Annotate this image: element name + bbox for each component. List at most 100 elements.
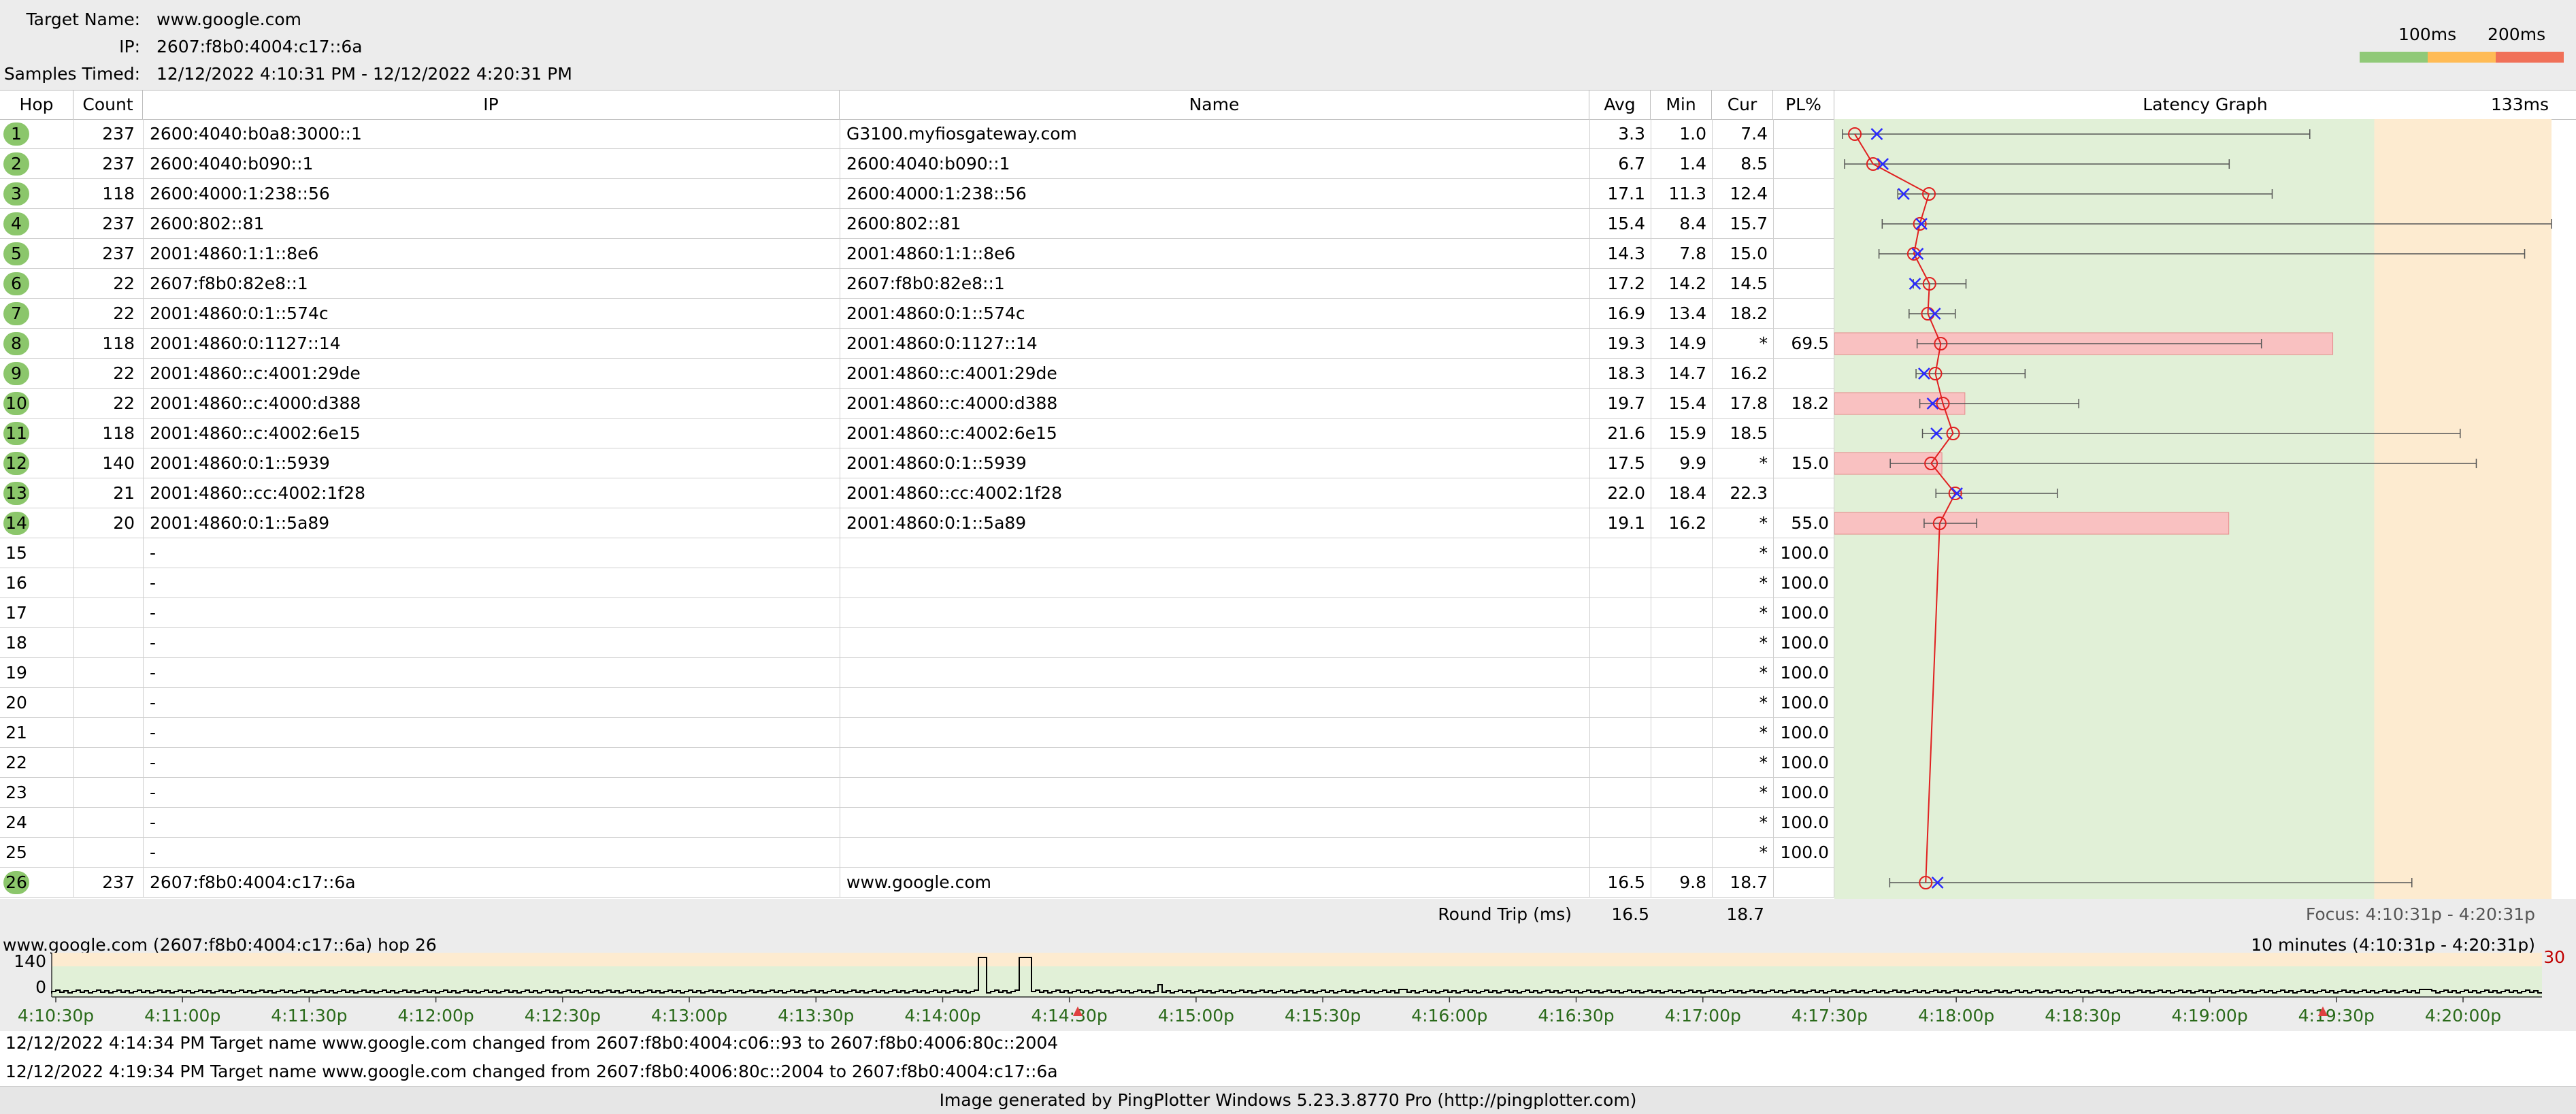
hop-name: 2001:4860:0:1::5939 (846, 453, 1027, 473)
table-row[interactable]: 15 - * 100.0 (0, 538, 1834, 568)
hop-number: 7 (3, 302, 29, 325)
col-cur[interactable]: Cur (1712, 91, 1773, 119)
column-divider (143, 568, 144, 598)
column-divider (1712, 389, 1713, 419)
table-row[interactable]: 4 237 2600:802::81 2600:802::81 15.4 8.4 15.7 (0, 209, 1834, 239)
column-divider (1773, 658, 1774, 688)
hop-cur: * (1759, 663, 1768, 683)
column-divider (1589, 359, 1590, 389)
table-row[interactable]: 23 - * 100.0 (0, 778, 1834, 808)
column-divider (1773, 598, 1774, 628)
hop-count: 118 (102, 184, 135, 203)
table-row[interactable]: 6 22 2607:f8b0:82e8::1 2607:f8b0:82e8::1 17.… (0, 269, 1834, 299)
table-row[interactable]: 20 - * 100.0 (0, 688, 1834, 718)
table-row[interactable]: 19 - * 100.0 (0, 658, 1834, 688)
hop-ip: 2001:4860:0:1::5a89 (150, 513, 330, 533)
hop-number: 2 (3, 152, 29, 176)
col-latency-graph[interactable]: Latency Graph 133ms (1834, 91, 2576, 119)
hop-name (846, 808, 1581, 838)
column-divider (1773, 718, 1774, 748)
hop-count: 237 (102, 154, 135, 174)
table-row[interactable]: 14 20 2001:4860:0:1::5a89 2001:4860:0:1::5a… (0, 508, 1834, 538)
table-row[interactable]: 7 22 2001:4860:0:1::574c 2001:4860:0:1::574… (0, 299, 1834, 329)
table-row[interactable]: 1 237 2600:4040:b0a8:3000::1 G3100.myfiosga… (0, 119, 1834, 149)
table-row[interactable]: 12 140 2001:4860:0:1::5939 2001:4860:0:1::5… (0, 448, 1834, 478)
column-divider (1589, 448, 1590, 478)
latency-graph[interactable] (1834, 119, 2576, 900)
table-row[interactable]: 9 22 2001:4860::c:4001:29de 2001:4860::c:40… (0, 359, 1834, 389)
column-divider (1712, 508, 1713, 538)
col-name[interactable]: Name (840, 91, 1589, 119)
hop-ip: 2001:4860::c:4001:29de (150, 363, 361, 383)
hop-name (846, 778, 1581, 808)
hop-min: 15.4 (1668, 393, 1706, 413)
column-divider (73, 808, 74, 838)
hop-count: 237 (102, 124, 135, 144)
column-divider (143, 239, 144, 269)
table-row[interactable]: 21 - * 100.0 (0, 718, 1834, 748)
table-row[interactable]: 2 237 2600:4040:b090::1 2600:4040:b090::1 6.… (0, 149, 1834, 179)
scale-bad-bar (2496, 52, 2564, 63)
table-row[interactable]: 24 - * 100.0 (0, 808, 1834, 838)
hop-packet-loss: 100.0 (1780, 813, 1829, 832)
table-row[interactable]: 18 - * 100.0 (0, 628, 1834, 658)
column-divider (143, 628, 144, 658)
timeline-tick-label: 4:17:30p (1791, 1006, 1868, 1026)
column-divider (1589, 119, 1590, 149)
table-row[interactable]: 11 118 2001:4860::c:4002:6e15 2001:4860::c:… (0, 419, 1834, 448)
col-hop[interactable]: Hop (0, 91, 73, 119)
hop-ip: 2600:4040:b0a8:3000::1 (150, 124, 362, 144)
column-divider (1589, 508, 1590, 538)
column-divider (143, 269, 144, 299)
column-divider (143, 179, 144, 209)
hop-min (1651, 688, 1706, 718)
col-avg[interactable]: Avg (1589, 91, 1651, 119)
column-divider (1589, 149, 1590, 179)
column-divider (1712, 478, 1713, 508)
hop-name (846, 718, 1581, 748)
hop-min: 1.0 (1679, 124, 1706, 144)
table-row[interactable]: 5 237 2001:4860:1:1::8e6 2001:4860:1:1::8e6… (0, 239, 1834, 269)
hop-min (1651, 568, 1706, 598)
hop-ip: - (150, 543, 156, 563)
col-min[interactable]: Min (1651, 91, 1712, 119)
table-row[interactable]: 22 - * 100.0 (0, 748, 1834, 778)
table-row[interactable]: 25 - * 100.0 (0, 838, 1834, 868)
hop-number: 21 (5, 723, 27, 742)
hop-avg: 15.4 (1607, 214, 1645, 233)
timeline-panel[interactable]: www.google.com (2607:f8b0:4004:c17::6a) … (0, 929, 2576, 1031)
timeline-tick-label: 4:13:00p (651, 1006, 727, 1026)
column-divider (1773, 299, 1774, 329)
column-divider (73, 628, 74, 658)
table-row[interactable]: 26 237 2607:f8b0:4004:c17::6a www.google.co… (0, 868, 1834, 898)
scale-good-bar (2360, 52, 2428, 63)
hop-cur: * (1759, 693, 1768, 712)
hop-ip: 2001:4860:0:1::5939 (150, 453, 330, 473)
timeline-tick-label: 4:15:30p (1285, 1006, 1361, 1026)
table-row[interactable]: 3 118 2600:4000:1:238::56 2600:4000:1:238::… (0, 179, 1834, 209)
table-row[interactable]: 10 22 2001:4860::c:4000:d388 2001:4860::c:4… (0, 389, 1834, 419)
hop-cur: 22.3 (1730, 483, 1768, 503)
hop-name (846, 628, 1581, 658)
hop-number: 16 (5, 573, 27, 593)
timeline-tick-label: 4:19:00p (2171, 1006, 2247, 1026)
timeline-tick-label: 4:11:00p (144, 1006, 220, 1026)
hop-count: 22 (113, 304, 135, 323)
column-divider (1773, 778, 1774, 808)
col-pl[interactable]: PL% (1773, 91, 1834, 119)
hop-avg (1589, 808, 1645, 838)
hop-count: 22 (113, 274, 135, 293)
hop-number: 4 (3, 212, 29, 235)
table-row[interactable]: 13 21 2001:4860::cc:4002:1f28 2001:4860::cc… (0, 478, 1834, 508)
hop-name: 2001:4860::c:4002:6e15 (846, 423, 1057, 443)
table-row[interactable]: 17 - * 100.0 (0, 598, 1834, 628)
column-divider (1773, 389, 1774, 419)
col-ip[interactable]: IP (143, 91, 840, 119)
hop-name: 2001:4860:1:1::8e6 (846, 244, 1016, 263)
hop-number: 19 (5, 663, 27, 683)
hop-min: 14.9 (1668, 333, 1706, 353)
table-row[interactable]: 16 - * 100.0 (0, 568, 1834, 598)
table-row[interactable]: 8 118 2001:4860:0:1127::14 2001:4860:0:1127… (0, 329, 1834, 359)
column-divider (73, 658, 74, 688)
col-count[interactable]: Count (73, 91, 143, 119)
